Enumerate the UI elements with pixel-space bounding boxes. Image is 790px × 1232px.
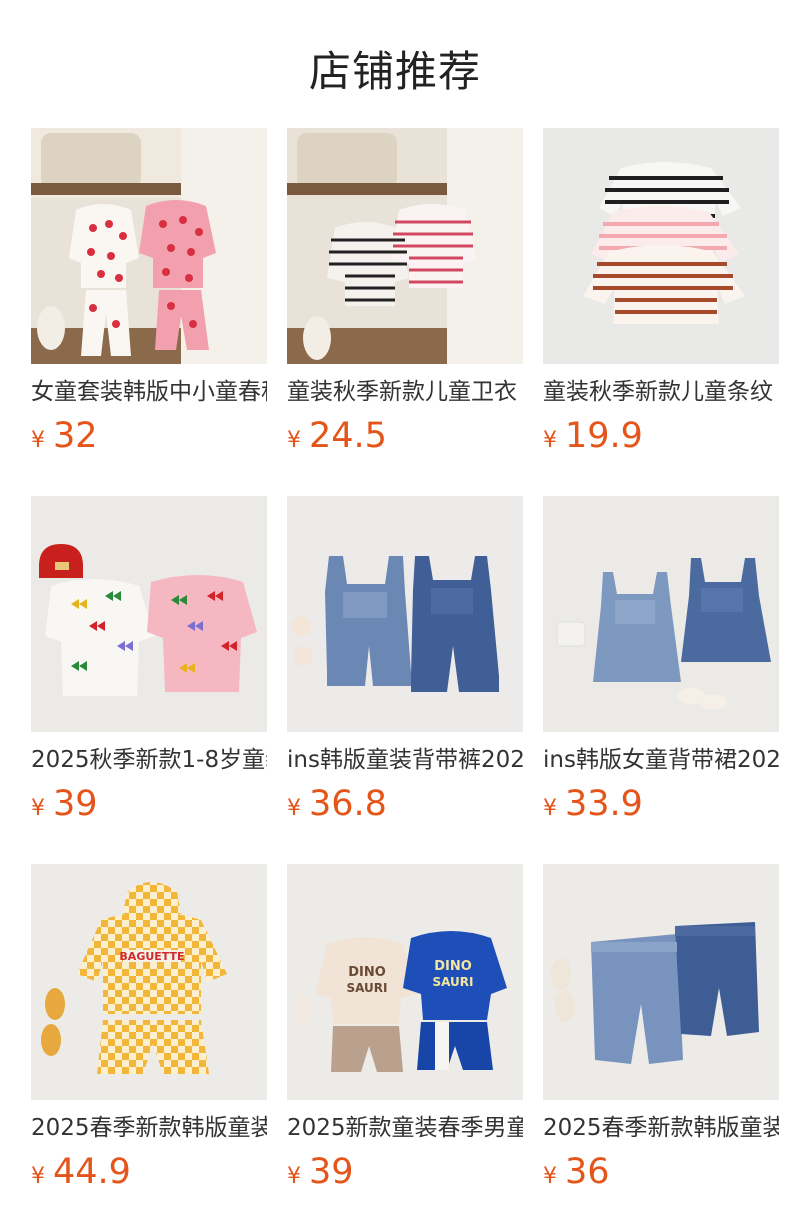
price-value: 33.9 — [565, 784, 643, 824]
product-price: ¥19.9 — [543, 414, 643, 464]
currency-symbol: ¥ — [31, 796, 45, 821]
product-card[interactable]: ins韩版童装背带裤2025 ¥36.8 — [287, 496, 523, 824]
currency-symbol: ¥ — [287, 1164, 301, 1189]
product-name[interactable]: 2025春季新款韩版童装 — [31, 1112, 267, 1144]
svg-text:SAURI: SAURI — [432, 975, 473, 989]
product-name[interactable]: 2025春季新款韩版童装 — [543, 1112, 779, 1144]
product-image[interactable]: BAGUETTE — [31, 864, 267, 1100]
product-price: ¥39 — [31, 782, 98, 832]
product-image[interactable] — [543, 864, 779, 1100]
product-price: ¥33.9 — [543, 782, 643, 832]
product-name[interactable]: 女童套装韩版中小童春秋 — [31, 376, 267, 408]
product-image[interactable] — [31, 496, 267, 732]
product-card[interactable]: BAGUETTE 2025春季新款韩版童装 ¥44.9 — [31, 864, 267, 1192]
product-image[interactable] — [31, 128, 267, 364]
price-value: 24.5 — [309, 416, 387, 456]
currency-symbol: ¥ — [287, 796, 301, 821]
svg-text:BAGUETTE: BAGUETTE — [119, 950, 184, 963]
currency-symbol: ¥ — [287, 428, 301, 453]
page-title: 店铺推荐 — [308, 47, 481, 96]
product-price: ¥36 — [543, 1150, 610, 1200]
currency-symbol: ¥ — [543, 428, 557, 453]
svg-text:DINO: DINO — [348, 965, 386, 980]
svg-text:SAURI: SAURI — [346, 981, 387, 995]
product-image[interactable]: DINO SAURI DINO SAURI — [287, 864, 523, 1100]
price-value: 32 — [53, 416, 98, 456]
currency-symbol: ¥ — [543, 1164, 557, 1189]
svg-text:DINO: DINO — [434, 959, 472, 974]
product-image[interactable] — [543, 496, 779, 732]
product-card[interactable]: DINO SAURI DINO SAURI 2025新款童装春季男童 ¥39 — [287, 864, 523, 1192]
product-card[interactable]: 2025秋季新款1-8岁童装 ¥39 — [31, 496, 267, 824]
price-value: 36.8 — [309, 784, 387, 824]
product-price: ¥32 — [31, 414, 98, 464]
product-card[interactable]: ins韩版女童背带裙2025 ¥33.9 — [543, 496, 779, 824]
product-price: ¥36.8 — [287, 782, 387, 832]
product-card[interactable]: 童装秋季新款儿童条纹 ¥19.9 — [543, 128, 779, 456]
product-name[interactable]: 童装秋季新款儿童条纹 — [543, 376, 779, 408]
currency-symbol: ¥ — [31, 1164, 45, 1189]
product-image[interactable] — [543, 128, 779, 364]
currency-symbol: ¥ — [543, 796, 557, 821]
product-image[interactable] — [287, 128, 523, 364]
product-name[interactable]: ins韩版女童背带裙2025 — [543, 744, 779, 776]
product-name[interactable]: 2025新款童装春季男童 — [287, 1112, 523, 1144]
product-name[interactable]: ins韩版童装背带裤2025 — [287, 744, 523, 776]
product-image[interactable] — [287, 496, 523, 732]
product-price: ¥44.9 — [31, 1150, 131, 1200]
product-card[interactable]: 女童套装韩版中小童春秋 ¥32 — [31, 128, 267, 456]
price-value: 39 — [309, 1152, 354, 1192]
price-value: 39 — [53, 784, 98, 824]
price-value: 19.9 — [565, 416, 643, 456]
product-price: ¥24.5 — [287, 414, 387, 464]
currency-symbol: ¥ — [31, 428, 45, 453]
product-card[interactable]: 2025春季新款韩版童装 ¥36 — [543, 864, 779, 1192]
product-name[interactable]: 2025秋季新款1-8岁童装 — [31, 744, 267, 776]
product-name[interactable]: 童装秋季新款儿童卫衣 — [287, 376, 523, 408]
product-price: ¥39 — [287, 1150, 354, 1200]
price-value: 36 — [565, 1152, 610, 1192]
product-card[interactable]: 童装秋季新款儿童卫衣 ¥24.5 — [287, 128, 523, 456]
price-value: 44.9 — [53, 1152, 131, 1192]
